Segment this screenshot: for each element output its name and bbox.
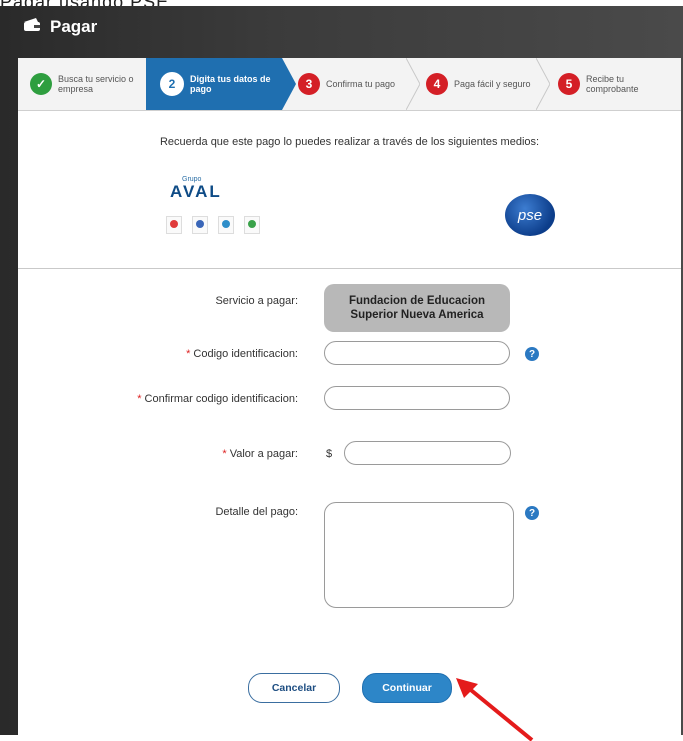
- wallet-icon: [22, 16, 42, 37]
- section-divider: [18, 268, 681, 269]
- currency-symbol: $: [326, 448, 333, 460]
- grupo-aval-logo: Grupo AVAL: [166, 176, 266, 246]
- step-4-number: 4: [426, 73, 448, 95]
- bank-logo-icon: [218, 216, 234, 234]
- annotation-arrow-icon: [456, 678, 534, 741]
- help-icon[interactable]: ?: [525, 506, 539, 520]
- step-1: ✓ Busca tu servicio o empresa: [18, 58, 146, 110]
- step-separator-icon: [536, 58, 550, 110]
- step-4: 4 Paga fácil y seguro: [426, 58, 546, 110]
- step-4-label: Paga fácil y seguro: [454, 79, 531, 89]
- step-1-label: Busca tu servicio o empresa: [58, 74, 134, 94]
- detail-textarea[interactable]: [324, 502, 514, 608]
- modal-frame: Pagar ✓ Busca tu servicio o empresa 2 Di…: [0, 6, 683, 741]
- detail-label: Detalle del pago:: [215, 506, 298, 518]
- step-2-label: Digita tus datos de pago: [190, 74, 271, 94]
- step-3: 3 Confirma tu pago: [298, 58, 418, 110]
- step-5: 5 Recibe tu comprobante: [558, 58, 678, 110]
- required-mark: *: [137, 393, 142, 405]
- amount-label: Valor a pagar:: [229, 448, 298, 460]
- required-mark: *: [186, 348, 191, 360]
- amount-label-wrap: * Valor a pagar:: [222, 448, 298, 460]
- confirm-id-input[interactable]: [324, 386, 510, 410]
- check-icon: ✓: [30, 73, 52, 95]
- step-5-label: Recibe tu comprobante: [586, 74, 639, 94]
- payment-methods-intro: Recuerda que este pago lo puedes realiza…: [159, 136, 540, 148]
- modal-title-text: Pagar: [50, 16, 98, 36]
- pse-logo: pse: [505, 194, 555, 236]
- bank-logos: [166, 216, 260, 234]
- step-separator-icon: [406, 58, 420, 110]
- bank-logo-icon: [166, 216, 182, 234]
- step-2-number: 2: [160, 72, 184, 96]
- id-input[interactable]: [324, 341, 510, 365]
- step-3-label: Confirma tu pago: [326, 79, 396, 89]
- confirm-label-wrap: * Confirmar codigo identificacion:: [137, 393, 298, 405]
- confirm-id-label: Confirmar codigo identificacion:: [144, 393, 298, 405]
- bank-logo-icon: [192, 216, 208, 234]
- step-2: 2 Digita tus datos de pago: [146, 58, 282, 110]
- aval-brand-text: AVAL: [170, 182, 222, 201]
- amount-input[interactable]: [344, 441, 511, 465]
- service-label: Servicio a pagar:: [215, 295, 298, 307]
- modal-title: Pagar: [22, 16, 97, 37]
- step-5-number: 5: [558, 73, 580, 95]
- bank-logo-icon: [244, 216, 260, 234]
- id-label-wrap: * Codigo identificacion:: [186, 348, 298, 360]
- step-3-number: 3: [298, 73, 320, 95]
- service-value: Fundacion de Educacion Superior Nueva Am…: [324, 284, 510, 332]
- step-separator-icon: [282, 58, 296, 110]
- required-mark: *: [222, 448, 227, 460]
- id-label: Codigo identificacion:: [193, 348, 298, 360]
- continue-button[interactable]: Continuar: [362, 673, 452, 703]
- payment-panel: ✓ Busca tu servicio o empresa 2 Digita t…: [18, 58, 681, 741]
- stepper: ✓ Busca tu servicio o empresa 2 Digita t…: [18, 58, 681, 111]
- help-icon[interactable]: ?: [525, 347, 539, 361]
- cancel-button[interactable]: Cancelar: [248, 673, 340, 703]
